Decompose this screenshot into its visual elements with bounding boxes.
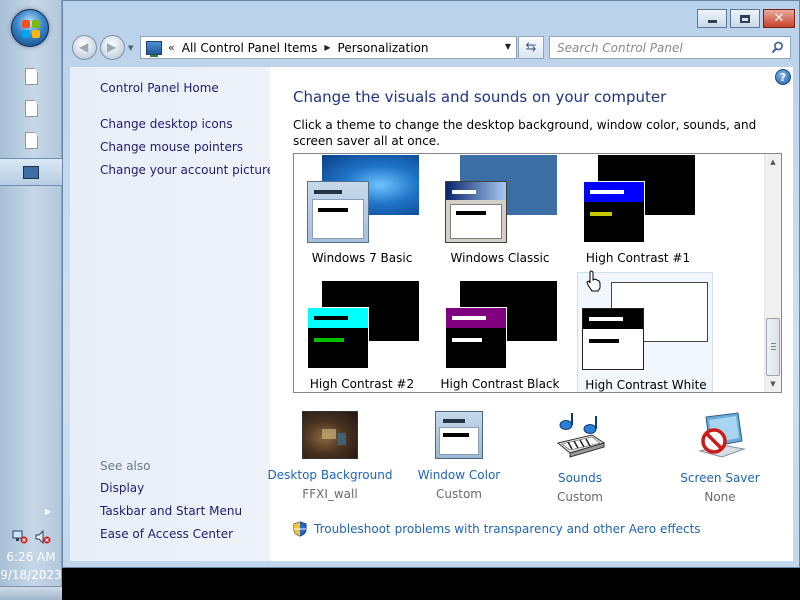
maximize-icon — [740, 14, 750, 23]
minimize-icon — [707, 19, 717, 23]
troubleshoot-transparency-link[interactable]: Troubleshoot problems with transparency … — [314, 522, 701, 536]
desktop-background-value: FFXI_wall — [302, 487, 358, 501]
theme-windows-7-basic[interactable]: Windows 7 Basic — [294, 154, 430, 280]
display-link[interactable]: Display — [100, 481, 144, 495]
sounds-icon — [556, 413, 606, 458]
theme-window-preview — [583, 181, 645, 243]
back-button[interactable]: ◀ — [72, 35, 97, 60]
forward-button[interactable]: ▶ — [100, 35, 125, 60]
network-warning-icon[interactable] — [12, 530, 28, 544]
change-desktop-icons-link[interactable]: Change desktop icons — [100, 117, 233, 131]
change-mouse-pointers-link[interactable]: Change mouse pointers — [100, 140, 243, 154]
help-icon[interactable]: ? — [775, 69, 791, 85]
control-panel-home-link[interactable]: Control Panel Home — [100, 81, 219, 95]
search-box[interactable] — [549, 36, 791, 59]
main-content-pane: ? Change the visuals and sounds on your … — [268, 67, 793, 561]
personalization-window: ✕ ◀ ▶ ▼ « All Control Panel Items ▶ Pers… — [62, 0, 800, 568]
left-navigation-pane: Control Panel Home Change desktop icons … — [70, 67, 274, 561]
page-description: Click a theme to change the desktop back… — [293, 118, 757, 148]
document-icon — [25, 100, 38, 117]
clock-date[interactable]: 9/18/2023 — [0, 568, 62, 582]
theme-window-preview — [582, 308, 644, 370]
minimize-button[interactable] — [697, 9, 727, 28]
screen-saver-setting[interactable]: Screen Saver None — [650, 411, 790, 504]
theme-name: Windows 7 Basic — [311, 251, 413, 265]
desktop-background-setting[interactable]: Desktop Background FFXI_wall — [260, 411, 400, 501]
volume-muted-icon[interactable] — [35, 530, 51, 544]
uac-shield-icon — [293, 521, 307, 537]
search-icon[interactable] — [771, 41, 784, 54]
desktop-background-label[interactable]: Desktop Background — [260, 468, 400, 482]
address-overflow-chevron[interactable]: « — [168, 41, 175, 54]
document-icon — [25, 68, 38, 85]
page-title: Change the visuals and sounds on your co… — [293, 88, 667, 106]
theme-name: High Contrast #1 — [585, 251, 691, 265]
close-icon: ✕ — [773, 11, 785, 26]
theme-windows-classic[interactable]: Windows Classic — [432, 154, 568, 280]
taskbar-item-document-3[interactable] — [0, 128, 62, 156]
sounds-value: Custom — [557, 490, 603, 504]
taskbar-item-document-1[interactable] — [0, 64, 62, 92]
change-account-picture-link[interactable]: Change your account picture — [100, 163, 274, 177]
theme-high-contrast-1[interactable]: High Contrast #1 — [570, 154, 706, 280]
hand-cursor-icon — [586, 270, 601, 292]
address-bar[interactable]: « All Control Panel Items ▶ Personalizat… — [140, 36, 517, 59]
refresh-icon: ⇆ — [525, 40, 537, 55]
show-desktop-button[interactable] — [0, 586, 62, 600]
desktop-black-area — [62, 568, 800, 600]
theme-name: High Contrast Black — [440, 377, 560, 391]
windows-flag-icon — [22, 20, 40, 38]
refresh-button[interactable]: ⇆ — [518, 36, 544, 59]
ease-of-access-center-link[interactable]: Ease of Access Center — [100, 527, 233, 541]
taskbar: ▶ 6:26 AM 9/18/2023 — [0, 0, 62, 600]
theme-window-preview — [307, 181, 369, 243]
breadcrumb-personalization[interactable]: Personalization — [338, 41, 429, 55]
window-controls: ✕ — [697, 9, 795, 28]
control-panel-icon — [23, 166, 39, 179]
desktop-background-icon — [302, 411, 358, 461]
window-color-icon — [431, 411, 487, 461]
scrollbar-thumb[interactable] — [766, 318, 780, 376]
screen-saver-label[interactable]: Screen Saver — [650, 471, 790, 485]
close-button[interactable]: ✕ — [763, 9, 795, 28]
taskbar-start-menu-link[interactable]: Taskbar and Start Menu — [100, 504, 242, 518]
theme-window-preview — [445, 181, 507, 243]
window-color-label[interactable]: Window Color — [389, 468, 529, 482]
back-arrow-icon: ◀ — [79, 40, 89, 54]
maximize-button[interactable] — [730, 9, 760, 28]
window-color-setting[interactable]: Window Color Custom — [389, 411, 529, 501]
screen-saver-icon — [698, 412, 746, 458]
clock-time[interactable]: 6:26 AM — [0, 550, 62, 564]
theme-gallery[interactable]: Windows 7 Basic Windows Classic High Con… — [293, 153, 782, 393]
theme-high-contrast-black[interactable]: High Contrast Black — [432, 280, 568, 392]
control-panel-icon — [146, 40, 162, 57]
breadcrumb-separator-icon[interactable]: ▶ — [324, 43, 330, 52]
show-hidden-icons-arrow[interactable]: ▶ — [45, 507, 51, 516]
see-also-heading: See also — [100, 459, 151, 473]
scroll-down-arrow-icon[interactable]: ▼ — [765, 376, 781, 392]
theme-name: Windows Classic — [450, 251, 550, 265]
breadcrumb-all-control-panel-items[interactable]: All Control Panel Items — [182, 41, 318, 55]
sounds-setting[interactable]: Sounds Custom — [510, 411, 650, 504]
search-input[interactable] — [550, 37, 765, 58]
theme-name: High Contrast #2 — [309, 377, 415, 391]
theme-window-preview — [307, 307, 369, 369]
theme-name: High Contrast White — [585, 378, 707, 392]
document-icon — [25, 132, 38, 149]
theme-high-contrast-2[interactable]: High Contrast #2 — [294, 280, 430, 392]
window-color-value: Custom — [436, 487, 482, 501]
sounds-label[interactable]: Sounds — [510, 471, 650, 485]
scroll-up-arrow-icon[interactable]: ▲ — [765, 154, 781, 170]
recent-pages-dropdown[interactable]: ▼ — [128, 44, 133, 52]
forward-arrow-icon: ▶ — [107, 40, 117, 54]
taskbar-item-control-panel[interactable] — [0, 158, 62, 186]
start-button[interactable] — [11, 9, 49, 47]
theme-gallery-scrollbar[interactable]: ▲ ▼ — [764, 154, 781, 392]
address-dropdown-icon[interactable]: ▼ — [505, 42, 511, 51]
theme-window-preview — [445, 307, 507, 369]
taskbar-item-document-2[interactable] — [0, 96, 62, 124]
screen-saver-value: None — [704, 490, 736, 504]
